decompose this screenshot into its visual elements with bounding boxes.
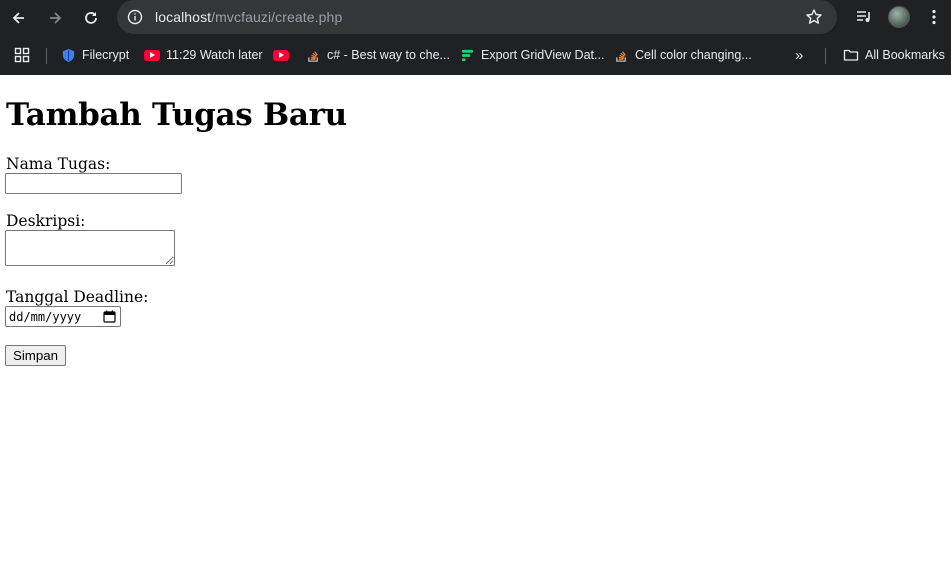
apps-button[interactable] (14, 46, 30, 64)
reload-icon (85, 12, 97, 24)
apps-grid-icon (14, 47, 30, 63)
page-content: Tambah Tugas Baru Nama Tugas: Deskripsi:… (0, 75, 951, 582)
date-placeholder: dd/mm/yyyy (9, 309, 82, 324)
bookmark-label: c# - Best way to che... (327, 48, 450, 62)
site-info-icon[interactable] (125, 7, 145, 27)
stack-bars-icon (459, 47, 475, 63)
shield-icon (60, 47, 76, 63)
browser-chrome: localhost/mvcfauzi/create.php Filecrypt … (0, 0, 951, 75)
chevron-double-right-icon: » (795, 46, 804, 64)
arrow-left-icon (12, 12, 24, 24)
page-title: Tambah Tugas Baru (6, 97, 347, 133)
bookmarks-separator (825, 48, 826, 64)
stackoverflow-icon (305, 47, 321, 63)
bookmark-star-icon[interactable] (805, 8, 823, 26)
all-bookmarks-label: All Bookmarks (865, 48, 945, 62)
calendar-icon[interactable] (103, 310, 116, 323)
url-host: localhost (155, 9, 212, 25)
arrow-right-icon (50, 12, 62, 24)
reload-button[interactable] (79, 6, 103, 30)
back-button[interactable] (7, 6, 31, 30)
bookmark-cell-color[interactable]: Cell color changing... (613, 46, 752, 64)
url-text: localhost/mvcfauzi/create.php (155, 9, 342, 25)
queue-music-icon (857, 11, 870, 22)
deadline-label: Tanggal Deadline: (6, 288, 149, 306)
bookmarks-overflow-button[interactable]: » (795, 46, 803, 64)
more-vertical-icon (932, 9, 936, 25)
profile-avatar[interactable] (888, 6, 910, 28)
bookmark-label: 11:29 Watch later (166, 48, 263, 62)
bookmark-export-gridview[interactable]: Export GridView Dat... (459, 46, 604, 64)
forward-button[interactable] (43, 6, 67, 30)
bookmark-csharp-best-way[interactable]: c# - Best way to che... (305, 46, 450, 64)
task-name-label: Nama Tugas: (6, 155, 111, 173)
description-label: Deskripsi: (6, 212, 86, 230)
bookmark-label: Export GridView Dat... (481, 48, 605, 62)
bookmark-filecrypt[interactable]: Filecrypt (60, 46, 129, 64)
address-bar[interactable]: localhost/mvcfauzi/create.php (117, 0, 837, 34)
all-bookmarks-button[interactable]: All Bookmarks (843, 46, 945, 64)
bookmarks-separator (46, 48, 47, 64)
bookmark-watch-later[interactable]: 11:29 Watch later (144, 46, 263, 64)
browser-toolbar: localhost/mvcfauzi/create.php (0, 0, 951, 34)
task-name-input[interactable] (5, 173, 182, 194)
stackoverflow-icon (613, 47, 629, 63)
save-button[interactable]: Simpan (5, 345, 66, 366)
youtube-icon (273, 47, 289, 63)
youtube-icon (144, 47, 160, 63)
bookmark-label: Filecrypt (82, 48, 130, 62)
bookmark-youtube[interactable] (273, 46, 295, 64)
folder-icon (843, 47, 859, 63)
description-textarea[interactable] (5, 230, 175, 266)
url-path: /mvcfauzi/create.php (211, 9, 343, 25)
bookmark-label: Cell color changing... (635, 48, 752, 62)
deadline-date-input[interactable]: dd/mm/yyyy (5, 306, 121, 327)
bookmarks-bar: Filecrypt 11:29 Watch later c# - Best wa… (0, 36, 951, 75)
menu-button[interactable] (921, 5, 947, 29)
media-controls-button[interactable] (851, 5, 877, 29)
